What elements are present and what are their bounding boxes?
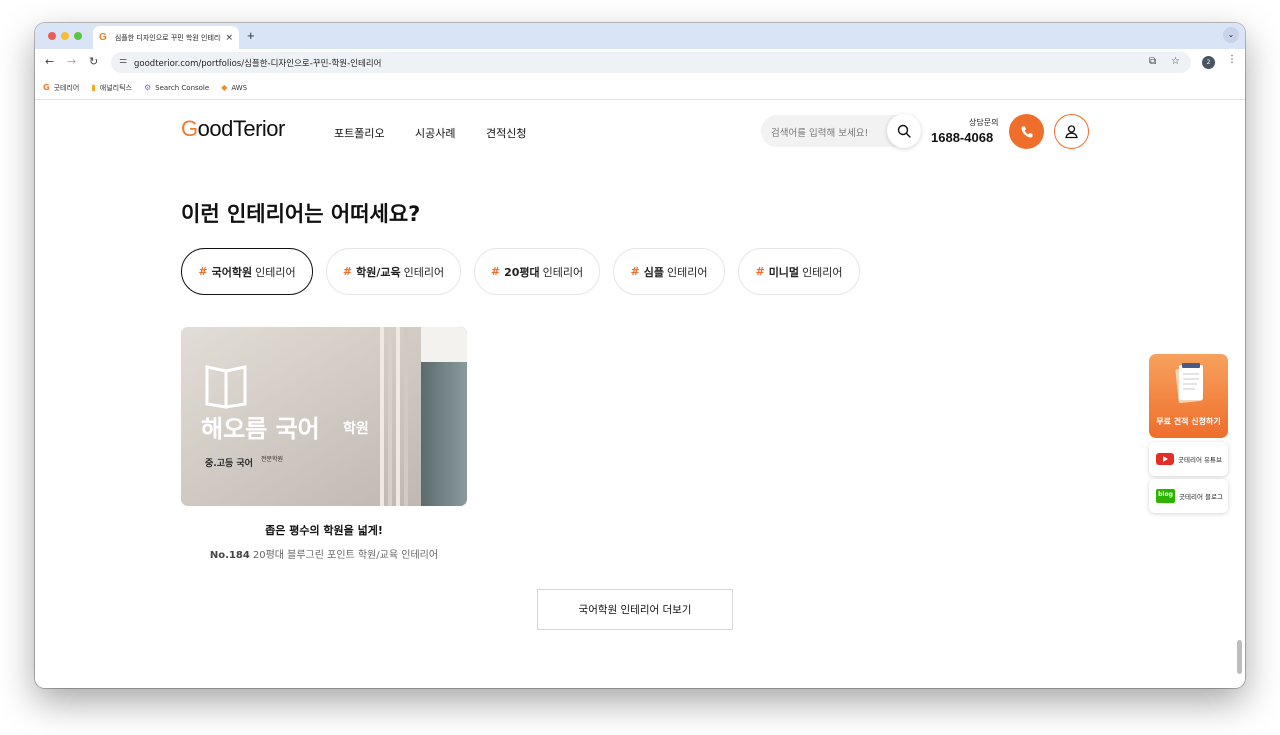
chip-hash: # — [198, 265, 208, 278]
bookmark-aws[interactable]: ◆ AWS — [221, 83, 247, 92]
analytics-icon: ▮ — [91, 83, 96, 92]
free-estimate-label: 무료 견적 신청하기 — [1156, 417, 1221, 426]
consult-phone[interactable]: 1688-4068 — [931, 130, 993, 145]
chip-suffix: 인테리어 — [403, 265, 445, 279]
chip-keyword: 국어학원 — [211, 265, 253, 279]
bookmark-label: 애널리틱스 — [99, 83, 132, 92]
portfolio-card[interactable]: 해오름 국어 학원 중.고등 국어 전문학원 좁은 평수의 학원을 넓게! No… — [181, 327, 467, 561]
bookmarks-bar: G 굿테리어 ▮ 애널리틱스 ⚙ Search Console ◆ AWS — [35, 76, 1245, 100]
card-title[interactable]: 좁은 평수의 학원을 넓게! — [181, 522, 467, 538]
sign-main-text: 해오름 국어 — [201, 415, 320, 443]
bookmark-label: Search Console — [155, 83, 210, 92]
tab-search-button[interactable]: ⌄ — [1223, 27, 1239, 43]
sign-sub-text: 중.고등 국어 — [205, 457, 253, 469]
card-subtitle: No.184 20평대 블루그린 포인트 학원/교육 인테리어 — [181, 546, 467, 561]
chip-simple[interactable]: # 심플 인테리어 — [613, 248, 725, 295]
search-icon — [897, 124, 911, 138]
profile-avatar[interactable]: 2 — [1202, 56, 1215, 69]
youtube-icon — [1156, 453, 1174, 465]
chip-suffix: 인테리어 — [667, 265, 708, 279]
chip-hash: # — [630, 265, 640, 278]
user-icon — [1065, 125, 1078, 139]
youtube-label: 굿테리어 유튜브 — [1178, 456, 1222, 464]
web-page: GoodTerior 포트폴리오 시공사례 견적신청 검색어를 입력해 보세요!… — [35, 100, 1245, 688]
blog-link[interactable]: blog 굿테리어 블로그 — [1149, 479, 1228, 513]
chip-korean-academy[interactable]: # 국어학원 인테리어 — [181, 248, 313, 295]
youtube-link[interactable]: 굿테리어 유튜브 — [1149, 442, 1228, 476]
bookmark-search-console[interactable]: ⚙ Search Console — [144, 83, 209, 92]
tab-title: 심플한 디자인으로 꾸민 학원 인테리어 — [114, 33, 222, 42]
more-button[interactable]: 국어학원 인테리어 더보기 — [537, 589, 733, 630]
blog-icon: blog — [1156, 489, 1175, 503]
close-window-button[interactable] — [48, 32, 56, 40]
sign-small-text: 학원 — [343, 421, 369, 437]
user-account-button[interactable] — [1054, 114, 1089, 149]
bookmark-label: 굿테리어 — [53, 83, 80, 92]
chip-20-pyeong[interactable]: # 20평대 인테리어 — [474, 248, 600, 295]
portfolio-thumbnail[interactable]: 해오름 국어 학원 중.고등 국어 전문학원 — [181, 327, 467, 506]
bookmark-star-icon[interactable]: ☆ — [1171, 56, 1180, 67]
nav-estimate[interactable]: 견적신청 — [486, 125, 526, 141]
bookmark-analytics[interactable]: ▮ 애널리틱스 — [91, 83, 132, 93]
nav-portfolio[interactable]: 포트폴리오 — [334, 125, 385, 141]
chip-hash: # — [755, 265, 765, 278]
chip-suffix: 인테리어 — [255, 265, 296, 279]
card-description: 20평대 블루그린 포인트 학원/교육 인테리어 — [252, 550, 439, 561]
card-number: No.184 — [209, 550, 250, 561]
search-box[interactable]: 검색어를 입력해 보세요! — [761, 114, 921, 148]
tag-chips: # 국어학원 인테리어 # 학원/교육 인테리어 # 20평대 인테리어 # 심… — [181, 248, 873, 295]
site-logo[interactable]: GoodTerior — [181, 116, 285, 142]
chip-keyword: 학원/교육 — [356, 265, 401, 279]
logo-text: oodTerior — [197, 116, 286, 141]
search-button[interactable] — [887, 114, 921, 148]
minimize-window-button[interactable] — [61, 32, 69, 40]
search-console-icon: ⚙ — [143, 83, 152, 92]
translate-icon[interactable]: ⧉ — [1149, 56, 1156, 67]
browser-menu-icon[interactable]: ⋮ — [1227, 54, 1237, 65]
browser-toolbar: ← → ↻ ⚌ goodterior.com/portfolios/심플한-디자… — [35, 49, 1245, 76]
sign-sub2-text: 전문학원 — [261, 455, 283, 463]
chip-academy-education[interactable]: # 학원/교육 인테리어 — [326, 248, 461, 295]
favicon-icon: G — [99, 32, 107, 43]
back-button[interactable]: ← — [45, 55, 54, 68]
url-text[interactable]: goodterior.com/portfolios/심플한-디자인으로-꾸민-학… — [134, 57, 381, 69]
reload-button[interactable]: ↻ — [89, 55, 98, 68]
chip-hash: # — [342, 265, 353, 278]
chip-suffix: 인테리어 — [542, 265, 584, 279]
search-input[interactable]: 검색어를 입력해 보세요! — [771, 125, 868, 139]
maximize-window-button[interactable] — [74, 32, 82, 40]
academy-interior-photo: 해오름 국어 학원 중.고등 국어 전문학원 — [181, 327, 467, 506]
site-info-icon[interactable]: ⚌ — [119, 56, 127, 66]
chip-hash: # — [490, 265, 501, 278]
chip-keyword: 미니멀 — [768, 265, 800, 279]
aws-icon: ◆ — [221, 83, 228, 92]
phone-call-button[interactable] — [1009, 114, 1044, 149]
bookmark-label: AWS — [231, 83, 248, 92]
forward-button[interactable]: → — [67, 55, 76, 68]
browser-tab[interactable]: G 심플한 디자인으로 꾸민 학원 인테리어 × — [93, 26, 239, 49]
chip-keyword: 심플 — [643, 265, 664, 279]
blog-label: 굿테리어 블로그 — [1179, 493, 1223, 501]
page-scrollbar[interactable] — [1237, 640, 1242, 674]
nav-cases[interactable]: 시공사례 — [415, 125, 455, 141]
bookmark-goodterior[interactable]: G 굿테리어 — [43, 83, 79, 93]
new-tab-button[interactable]: + — [247, 28, 255, 43]
goodterior-icon: G — [43, 83, 50, 92]
chip-suffix: 인테리어 — [802, 265, 843, 279]
phone-icon — [1020, 126, 1032, 138]
logo-g: G — [181, 116, 198, 141]
chip-minimal[interactable]: # 미니멀 인테리어 — [738, 248, 860, 295]
tab-close-icon[interactable]: × — [225, 33, 233, 43]
consult-label: 상담문의 — [969, 118, 999, 127]
section-title: 이런 인테리어는 어떠세요? — [181, 202, 421, 226]
address-bar[interactable]: ⚌ goodterior.com/portfolios/심플한-디자인으로-꾸민… — [111, 52, 1191, 73]
tab-strip: G 심플한 디자인으로 꾸민 학원 인테리어 × + ⌄ — [35, 23, 1245, 49]
free-estimate-button[interactable]: 무료 견적 신청하기 — [1149, 354, 1228, 438]
desktop: G 심플한 디자인으로 꾸민 학원 인테리어 × + ⌄ ← → ↻ ⚌ goo… — [0, 0, 1280, 735]
chip-keyword: 20평대 — [504, 265, 540, 279]
browser-window: G 심플한 디자인으로 꾸민 학원 인테리어 × + ⌄ ← → ↻ ⚌ goo… — [35, 23, 1245, 688]
document-icon — [1175, 363, 1203, 403]
